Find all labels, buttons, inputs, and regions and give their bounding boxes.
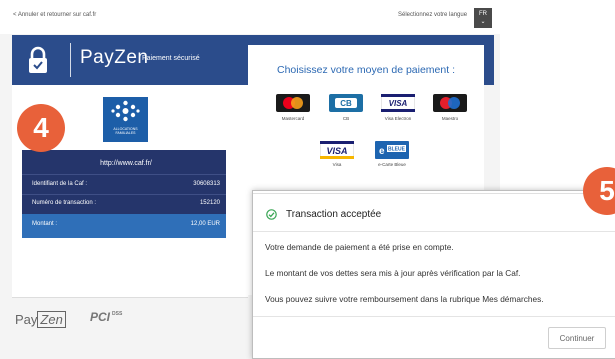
svg-text:BLEUE: BLEUE (388, 147, 406, 153)
info-row-caf-id: Identifiant de la Caf : 30608313 (32, 181, 220, 191)
step-badge-4: 4 (17, 104, 65, 152)
dialog-divider (253, 231, 615, 232)
dialog-message-2: Le montant de vos dettes sera mis à jour… (265, 268, 521, 278)
visa-electron-icon[interactable]: VISA (381, 94, 415, 112)
svg-text:e: e (379, 146, 385, 157)
method-label: Visa Electron (384, 116, 412, 121)
svg-text:VISA: VISA (326, 146, 347, 156)
top-bar: < Annuler et retourner sur caf.fr Sélect… (0, 0, 500, 34)
svg-text:DSS: DSS (112, 311, 123, 317)
method-label: Mastercard (281, 116, 305, 121)
amount-row: Montant : 12,00 EUR (32, 221, 220, 227)
transaction-accepted-dialog: Transaction acceptée Votre demande de pa… (252, 190, 615, 359)
info-divider (22, 194, 226, 195)
pci-dss-logo: PCI DSS (90, 310, 123, 324)
footer-divider (12, 297, 248, 298)
amount-label: Montant : (32, 221, 58, 227)
merchant-url: http://www.caf.fr/ (100, 160, 152, 167)
method-label: CB (342, 116, 350, 121)
dialog-top-line (253, 193, 615, 194)
payzen-brand: PayZen (80, 47, 149, 68)
cb-icon[interactable]: CB (329, 94, 363, 112)
mastercard-icon[interactable] (276, 94, 310, 112)
visa-icon[interactable]: VISA (320, 141, 354, 159)
check-circle-icon (266, 209, 277, 220)
svg-text:CB: CB (340, 99, 352, 108)
header-divider (70, 43, 71, 77)
info-divider (22, 174, 226, 175)
info-value: 30608313 (193, 181, 220, 187)
payzen-footer-logo: Pay Zen (15, 311, 66, 328)
e-carte-bleue-icon[interactable]: e BLEUE (375, 141, 409, 159)
maestro-icon[interactable] (433, 94, 467, 112)
method-label: Visa (332, 162, 342, 167)
info-label: Numéro de transaction : (32, 200, 97, 206)
choose-payment-title: Choisissez votre moyen de paiement : (276, 64, 455, 76)
info-value: 152120 (199, 200, 220, 206)
caf-emblem-icon (111, 100, 140, 122)
continue-button[interactable]: Continuer (548, 327, 606, 349)
dialog-divider (253, 316, 615, 317)
dialog-message-1: Votre demande de paiement a été prise en… (265, 242, 454, 252)
cancel-return-link[interactable]: < Annuler et retourner sur caf.fr (13, 12, 96, 18)
lock-icon (29, 46, 47, 73)
svg-text:VISA: VISA (389, 99, 408, 108)
dialog-message-3: Vous pouvez suivre votre remboursement d… (265, 294, 544, 304)
dialog-title: Transaction acceptée (286, 209, 382, 220)
language-label: Sélectionnez votre langue (398, 12, 468, 18)
info-label: Identifiant de la Caf : (32, 181, 88, 187)
secure-payment-label: Paiement sécurisé (142, 55, 200, 62)
svg-text:PCI: PCI (90, 310, 111, 324)
method-label: e-Carte Bleue (378, 162, 406, 167)
caf-logo (103, 97, 148, 142)
amount-value: 12,00 EUR (190, 221, 220, 227)
caf-logo-text: ALLOCATIONS FAMILIALES (113, 127, 138, 135)
method-label: Maestro (441, 116, 459, 121)
info-row-transaction: Numéro de transaction : 152120 (32, 200, 220, 210)
language-value: FR (479, 11, 487, 17)
chevron-down-icon: ⌄ (480, 19, 486, 25)
language-select[interactable]: FR ⌄ (474, 8, 492, 28)
